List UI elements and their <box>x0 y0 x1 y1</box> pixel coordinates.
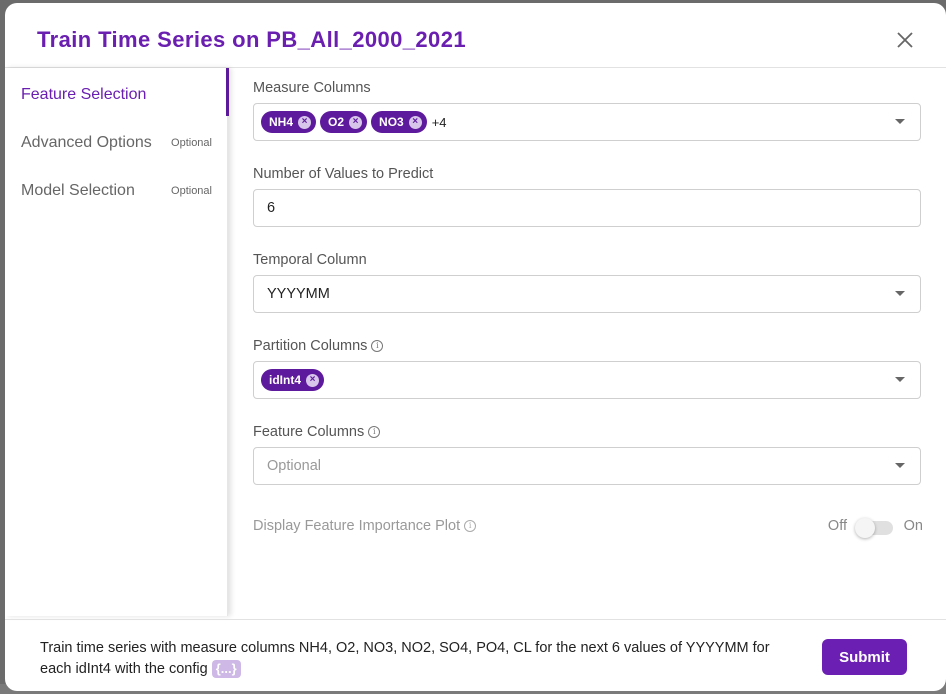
sidebar-item-advanced-options[interactable]: Advanced Options Optional <box>21 128 227 158</box>
chip-label: NO3 <box>379 115 404 129</box>
feature-columns-placeholder: Optional <box>267 458 322 474</box>
remove-chip-icon[interactable]: × <box>408 115 422 129</box>
feature-importance-row: Display Feature Importance Plot i Off On <box>253 518 923 538</box>
chip-label: O2 <box>328 115 345 129</box>
temporal-column-value: YYYYMM <box>267 286 330 302</box>
sidebar: Feature Selection Advanced Options Optio… <box>5 68 228 616</box>
submit-button[interactable]: Submit <box>822 639 907 675</box>
partition-columns-label-text: Partition Columns <box>253 338 368 354</box>
num-values-label: Number of Values to Predict <box>253 166 433 182</box>
feature-columns-label-text: Feature Columns <box>253 424 365 440</box>
measure-columns-label: Measure Columns <box>253 80 371 96</box>
feature-columns-label: Feature Columns i <box>253 424 381 440</box>
active-nav-indicator <box>226 68 229 116</box>
summary-text: Train time series with measure columns N… <box>40 638 800 680</box>
config-badge[interactable]: {...} <box>211 660 241 678</box>
toggle-off-label: Off <box>827 518 847 534</box>
optional-badge: Optional <box>171 137 212 149</box>
chevron-down-icon[interactable] <box>895 119 905 124</box>
chevron-down-icon[interactable] <box>895 377 905 382</box>
chip-idint4: idInt4 × <box>261 369 324 391</box>
more-chips-count: +4 <box>431 114 447 130</box>
chevron-down-icon[interactable] <box>895 291 905 296</box>
chip-nh4: NH4 × <box>261 111 317 133</box>
feature-importance-label-text: Display Feature Importance Plot <box>253 518 461 534</box>
chip-label: idInt4 <box>269 373 301 387</box>
remove-chip-icon[interactable]: × <box>349 115 363 129</box>
chip-no3: NO3 × <box>371 111 427 133</box>
info-icon[interactable]: i <box>368 426 381 438</box>
train-time-series-dialog: Train Time Series on PB_All_2000_2021 Fe… <box>5 3 946 691</box>
chevron-down-icon[interactable] <box>895 463 905 468</box>
sidebar-item-feature-selection[interactable]: Feature Selection <box>21 80 227 110</box>
temporal-column-label-text: Temporal Column <box>253 252 367 268</box>
summary-sentence: Train time series with measure columns N… <box>40 640 770 677</box>
info-icon[interactable]: i <box>464 520 477 532</box>
sidebar-item-label: Feature Selection <box>21 86 147 103</box>
close-icon <box>897 32 913 48</box>
partition-columns-select[interactable]: idInt4 × <box>253 361 921 399</box>
info-icon[interactable]: i <box>371 340 384 352</box>
toggle-on-label: On <box>903 518 923 534</box>
toggle-knob <box>855 518 875 538</box>
temporal-column-select[interactable]: YYYYMM <box>253 275 921 313</box>
sidebar-item-model-selection[interactable]: Model Selection Optional <box>21 176 227 206</box>
partition-columns-label: Partition Columns i <box>253 338 384 354</box>
num-values-value: 6 <box>267 200 276 216</box>
num-values-input[interactable]: 6 <box>253 189 921 227</box>
temporal-column-label: Temporal Column <box>253 252 367 268</box>
chip-label: NH4 <box>269 115 294 129</box>
measure-columns-select[interactable]: NH4 × O2 × NO3 × +4 <box>253 103 921 141</box>
dialog-footer: Train time series with measure columns N… <box>5 619 946 691</box>
remove-chip-icon[interactable]: × <box>298 115 312 129</box>
measure-columns-label-text: Measure Columns <box>253 80 371 96</box>
dialog-header: Train Time Series on PB_All_2000_2021 <box>5 3 946 68</box>
feature-columns-select[interactable]: Optional <box>253 447 921 485</box>
sidebar-item-label: Model Selection <box>21 182 135 199</box>
optional-badge: Optional <box>171 185 212 197</box>
remove-chip-icon[interactable]: × <box>306 373 319 387</box>
num-values-label-text: Number of Values to Predict <box>253 166 434 182</box>
sidebar-item-label: Advanced Options <box>21 134 152 151</box>
close-button[interactable] <box>896 31 914 49</box>
chip-o2: O2 × <box>320 111 368 133</box>
feature-importance-label: Display Feature Importance Plot i <box>253 518 477 534</box>
dialog-title: Train Time Series on PB_All_2000_2021 <box>37 27 466 52</box>
feature-importance-toggle[interactable] <box>855 518 893 538</box>
